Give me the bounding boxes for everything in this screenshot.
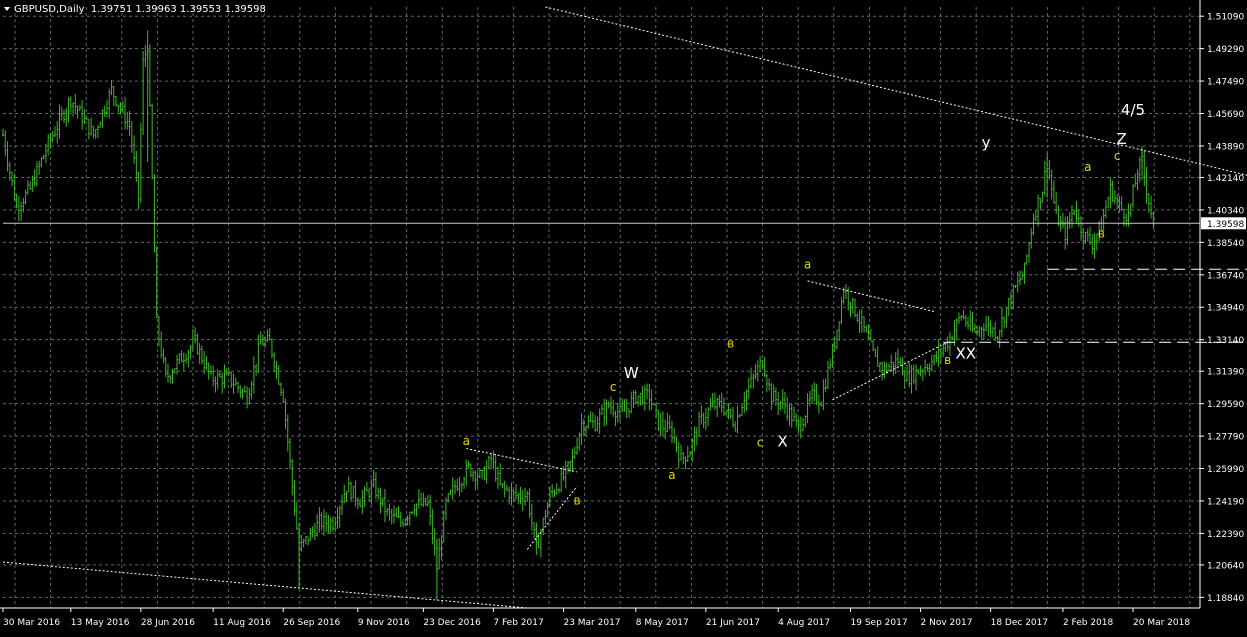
wave-label: в <box>574 493 581 507</box>
wave-label: a <box>804 257 811 271</box>
y-tick-label: 1.22390 <box>1207 530 1244 540</box>
y-tick-label: 1.27790 <box>1207 433 1244 443</box>
wave-label: XX <box>955 344 976 362</box>
x-tick-label: 21 Jun 2017 <box>706 618 760 628</box>
y-tick-label: 1.33140 <box>1207 336 1244 346</box>
current-price-label: 1.39598 <box>1207 220 1244 230</box>
symbol-title: GBPUSD,Daily <box>14 4 85 15</box>
y-tick-label: 1.43890 <box>1207 142 1244 152</box>
x-tick-label: 2 Nov 2017 <box>921 618 973 628</box>
ohlc-values: 1.39751 1.39963 1.39553 1.39598 <box>90 4 266 15</box>
collapse-triangle-icon[interactable] <box>4 7 10 11</box>
x-tick-label: 8 May 2017 <box>636 618 689 628</box>
y-tick-label: 1.24190 <box>1207 497 1244 507</box>
x-tick-label: 19 Sep 2017 <box>851 618 908 628</box>
chart-background <box>0 0 1247 633</box>
y-tick-label: 1.40340 <box>1207 206 1244 216</box>
x-tick-label: 28 Jun 2016 <box>141 618 195 628</box>
x-tick-label: 4 Aug 2017 <box>778 618 830 628</box>
x-tick-label: 18 Dec 2017 <box>991 618 1049 628</box>
wave-label: в <box>944 353 951 367</box>
y-tick-label: 1.51090 <box>1207 13 1244 23</box>
y-tick-label: 1.20640 <box>1207 561 1244 571</box>
y-tick-label: 1.42140 <box>1207 174 1244 184</box>
x-tick-label: 7 Feb 2017 <box>493 618 543 628</box>
x-tick-label: 26 Sep 2016 <box>283 618 340 628</box>
y-tick-label: 1.29590 <box>1207 400 1244 410</box>
y-tick-label: 1.38540 <box>1207 239 1244 249</box>
wave-label: y <box>982 134 991 152</box>
price-chart[interactable]: a в c Wв a c Xa в XX y a в c Z 4/5 1.51090 1.49290 1.474… <box>0 0 1247 633</box>
wave-label: 4/5 <box>1121 101 1145 119</box>
wave-label: c <box>1114 149 1121 163</box>
y-tick-label: 1.47490 <box>1207 78 1244 88</box>
x-tick-label: 2 Feb 2018 <box>1063 618 1114 628</box>
y-tick-label: 1.49290 <box>1207 45 1244 55</box>
wave-label: W <box>624 364 639 382</box>
y-tick-label: 1.18840 <box>1207 594 1244 604</box>
symbol-header: GBPUSD,Daily 1.39751 1.39963 1.39553 1.3… <box>4 4 266 15</box>
x-tick-label: 20 Mar 2018 <box>1133 618 1190 628</box>
x-tick-label: 9 Nov 2016 <box>358 618 410 628</box>
wave-label: X <box>778 433 788 451</box>
x-tick-label: 30 Mar 2016 <box>3 618 60 628</box>
wave-label: c <box>757 436 764 450</box>
wave-label: c <box>610 380 617 394</box>
wave-label: в <box>1098 227 1105 241</box>
wave-label: a <box>1084 160 1091 174</box>
x-tick-label: 23 Dec 2016 <box>423 618 481 628</box>
y-tick-label: 1.45690 <box>1207 110 1244 120</box>
wave-label: Z <box>1117 130 1127 148</box>
wave-label: a <box>463 434 470 448</box>
x-tick-label: 13 May 2016 <box>71 618 130 628</box>
y-tick-label: 1.31390 <box>1207 368 1244 378</box>
y-tick-label: 1.25990 <box>1207 465 1244 475</box>
x-tick-label: 11 Aug 2016 <box>213 618 271 628</box>
x-tick-label: 23 Mar 2017 <box>563 618 620 628</box>
y-tick-label: 1.34940 <box>1207 304 1244 314</box>
y-tick-label: 1.36740 <box>1207 271 1244 281</box>
chart-canvas[interactable]: aвcWвac Xaв XXyaвcZ4/5 1.510901.492901.474… <box>0 0 1247 633</box>
wave-label: a <box>668 468 675 482</box>
wave-label: в <box>727 337 734 351</box>
